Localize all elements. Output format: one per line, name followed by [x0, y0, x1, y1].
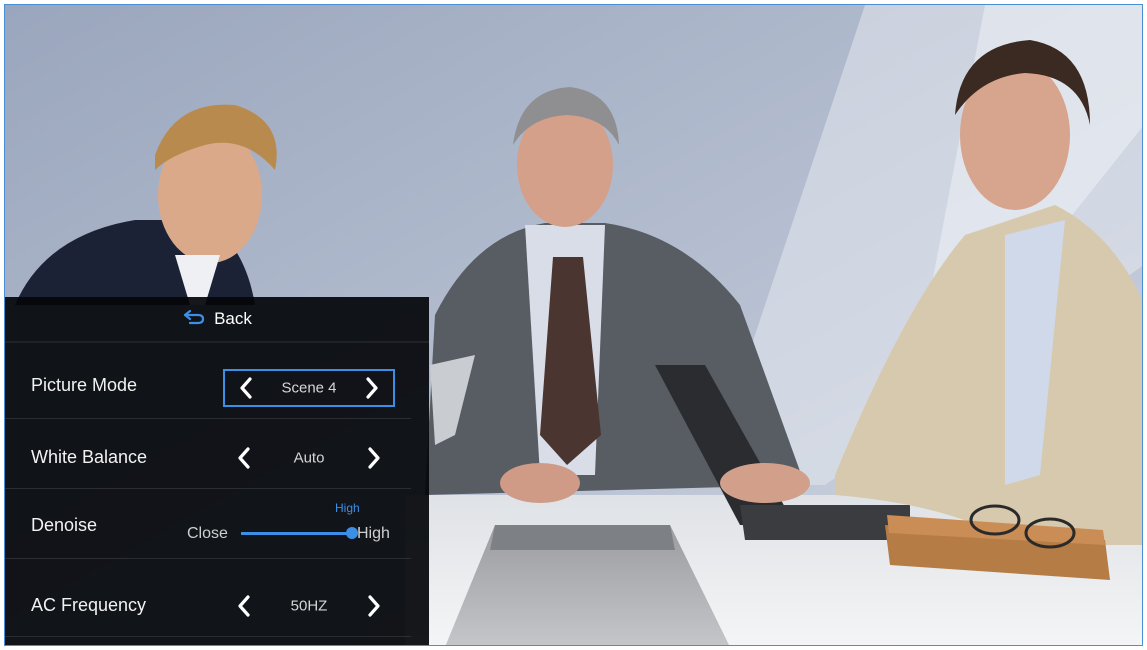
denoise-min-label: Close	[187, 525, 228, 542]
back-arrow-icon	[182, 309, 206, 330]
back-button[interactable]: Back	[182, 309, 252, 330]
denoise-slider-track[interactable]	[241, 532, 353, 535]
setting-row-picture-mode: Picture Mode Scene 4	[5, 349, 429, 419]
setting-row-denoise: Denoise High Close High	[5, 489, 429, 559]
picture-mode-label: Picture Mode	[31, 375, 138, 395]
picture-mode-selector[interactable]: Scene 4	[223, 369, 395, 407]
settings-menu-panel: Back Picture Mode Scene 4 White Balance	[5, 297, 429, 645]
camera-view: Back Picture Mode Scene 4 White Balance	[4, 4, 1143, 646]
chevron-right-icon[interactable]	[361, 375, 383, 401]
back-label: Back	[214, 309, 252, 328]
chevron-right-icon[interactable]	[363, 593, 385, 619]
white-balance-label: White Balance	[31, 447, 148, 467]
setting-row-ac-frequency: AC Frequency 50HZ	[5, 559, 429, 637]
denoise-label: Denoise	[31, 515, 98, 535]
row-divider	[5, 636, 411, 637]
chevron-right-icon[interactable]	[363, 445, 385, 471]
ac-frequency-label: AC Frequency	[31, 595, 147, 615]
menu-header: Back	[5, 297, 429, 343]
ac-frequency-selector[interactable]: 50HZ	[223, 587, 395, 625]
white-balance-selector[interactable]: Auto	[223, 439, 395, 477]
denoise-max-label: High	[357, 525, 390, 542]
denoise-slider[interactable]: High Close High	[185, 501, 405, 551]
setting-row-white-balance: White Balance Auto	[5, 419, 429, 489]
denoise-slider-value: High	[335, 501, 360, 515]
